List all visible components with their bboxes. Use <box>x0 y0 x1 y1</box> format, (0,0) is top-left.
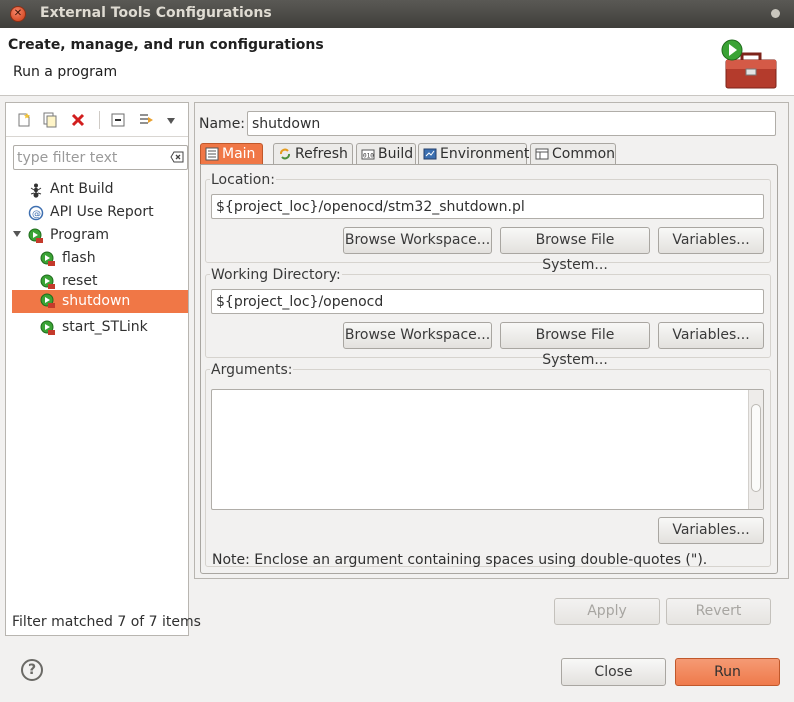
revert-button[interactable]: Revert <box>666 598 771 625</box>
help-icon[interactable]: ? <box>21 659 43 681</box>
tree-item-api-use-report[interactable]: @ API Use Report <box>28 202 178 224</box>
program-icon <box>40 293 55 308</box>
new-configuration-icon[interactable] <box>16 112 32 128</box>
arguments-group: Arguments: Variables... Note: Enclose an… <box>205 362 771 568</box>
arguments-label: Arguments: <box>210 362 294 378</box>
tree-item-shutdown[interactable]: shutdown <box>12 290 188 313</box>
window-titlebar: ✕ External Tools Configurations <box>0 0 794 28</box>
workdir-variables-button[interactable]: Variables... <box>658 322 764 349</box>
dialog-header: Create, manage, and run configurations R… <box>0 28 794 96</box>
apply-button[interactable]: Apply <box>554 598 660 625</box>
workdir-browse-workspace-button[interactable]: Browse Workspace... <box>343 322 492 349</box>
program-icon <box>40 274 55 289</box>
toolbar-separator <box>99 111 100 129</box>
location-variables-button[interactable]: Variables... <box>658 227 764 254</box>
tab-label: Main <box>222 146 256 162</box>
location-input[interactable] <box>211 194 764 219</box>
tree-item-label: Ant Build <box>50 181 114 197</box>
expand-arrow-icon[interactable] <box>13 231 21 237</box>
tab-common[interactable]: Common <box>530 143 616 165</box>
location-label: Location: <box>210 172 276 188</box>
tab-build[interactable]: 010 Build <box>356 143 416 165</box>
working-directory-label: Working Directory: <box>210 267 342 283</box>
tree-item-label: reset <box>62 273 98 289</box>
svg-text:@: @ <box>32 210 41 220</box>
filter-icon[interactable] <box>138 112 154 128</box>
tree-item-ant-build[interactable]: Ant Build <box>28 179 178 201</box>
editor-tabs: Main Refresh 010 Build Environment Commo… <box>200 143 778 165</box>
duplicate-icon[interactable] <box>42 112 58 128</box>
scrollbar-thumb[interactable] <box>751 404 761 492</box>
close-button[interactable]: Close <box>561 658 666 686</box>
tree-item-start-stlink[interactable]: start_STLink <box>40 317 180 339</box>
configurations-pane: Ant Build @ API Use Report Program flash <box>5 102 201 636</box>
working-directory-input[interactable] <box>211 289 764 314</box>
run-button[interactable]: Run <box>675 658 780 686</box>
arguments-variables-button[interactable]: Variables... <box>658 517 764 544</box>
program-icon <box>28 228 43 243</box>
arguments-scrollbar[interactable] <box>748 390 763 509</box>
tab-refresh[interactable]: Refresh <box>273 143 353 165</box>
main-tab-content: Location: Browse Workspace... Browse Fil… <box>200 164 778 574</box>
tree-item-program[interactable]: Program <box>28 225 178 247</box>
refresh-icon <box>280 148 290 160</box>
tree-item-label: shutdown <box>62 293 131 309</box>
view-menu-icon[interactable] <box>167 118 175 124</box>
tab-label: Environment <box>440 146 530 162</box>
tree-item-label: Program <box>50 227 110 243</box>
delete-icon[interactable] <box>70 112 86 128</box>
svg-text:010: 010 <box>363 153 374 160</box>
toolbox-icon <box>721 39 777 89</box>
program-icon <box>40 251 55 266</box>
working-directory-group: Working Directory: Browse Workspace... B… <box>205 267 771 368</box>
workdir-browse-file-system-button[interactable]: Browse File System... <box>500 322 650 368</box>
build-icon: 010 <box>361 149 375 160</box>
clear-filter-icon[interactable] <box>170 151 184 163</box>
name-label: Name: <box>199 116 246 132</box>
tree-item-flash[interactable]: flash <box>40 248 180 270</box>
environment-icon <box>423 148 437 160</box>
tree-item-label: API Use Report <box>50 204 154 220</box>
common-icon <box>535 148 549 160</box>
configurations-toolbar <box>6 103 188 137</box>
tab-label: Refresh <box>295 146 348 162</box>
location-browse-file-system-button[interactable]: Browse File System... <box>500 227 650 273</box>
name-input[interactable] <box>247 111 776 136</box>
filter-status: Filter matched 7 of 7 items <box>12 614 201 630</box>
tab-main[interactable]: Main <box>200 143 263 165</box>
filter-field[interactable] <box>13 145 188 170</box>
arguments-textarea[interactable] <box>211 389 764 510</box>
window-close-icon[interactable]: ✕ <box>10 6 26 22</box>
filter-input[interactable] <box>17 148 167 168</box>
window-menu-icon[interactable] <box>771 9 780 18</box>
arguments-note: Note: Enclose an argument containing spa… <box>212 552 708 568</box>
location-browse-workspace-button[interactable]: Browse Workspace... <box>343 227 492 254</box>
dialog-subtitle: Run a program <box>13 64 118 80</box>
configuration-editor: Name: Main Refresh 010 Build Environment <box>194 102 789 579</box>
tab-environment[interactable]: Environment <box>418 143 530 165</box>
api-report-icon: @ <box>28 205 44 221</box>
tree-item-label: flash <box>62 250 96 266</box>
tab-label: Build <box>378 146 414 162</box>
program-icon <box>40 320 55 335</box>
dialog-title: Create, manage, and run configurations <box>8 37 324 53</box>
location-group: Location: Browse Workspace... Browse Fil… <box>205 172 771 273</box>
tab-label: Common <box>552 146 616 162</box>
ant-icon <box>30 183 42 198</box>
collapse-all-icon[interactable] <box>110 112 126 128</box>
tree-item-label: start_STLink <box>62 319 148 335</box>
main-tab-icon <box>205 147 219 161</box>
window-title: External Tools Configurations <box>40 5 272 21</box>
